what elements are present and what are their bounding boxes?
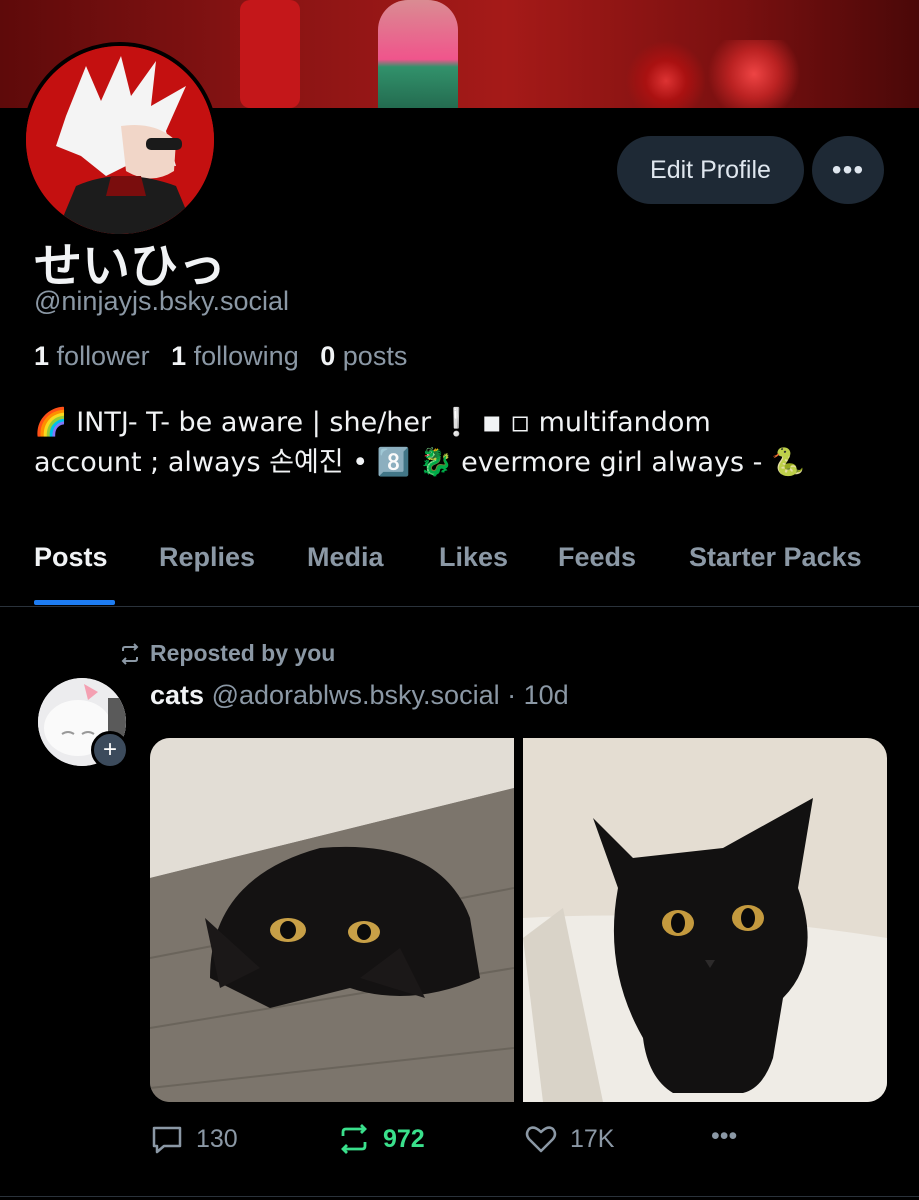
reply-icon [152, 1126, 182, 1154]
banner-decoration [600, 40, 820, 108]
heart-icon [525, 1126, 557, 1153]
post-more-button[interactable]: ••• [711, 1122, 737, 1151]
posts-count: 0 [320, 341, 336, 371]
reply-count: 130 [196, 1124, 238, 1153]
profile-more-button[interactable]: ••• [812, 136, 884, 204]
bio-line: account ; always 손예진 • 8️⃣ 🐉 evermore gi… [34, 447, 805, 478]
banner-decoration [240, 0, 300, 108]
repost-label: Reposted by you [150, 640, 336, 666]
post-image[interactable] [523, 738, 887, 1102]
like-button[interactable]: 17K [524, 1122, 614, 1156]
more-icon: ••• [831, 154, 865, 185]
followers-count: 1 [34, 341, 50, 371]
banner-decoration [378, 0, 458, 108]
following-count: 1 [171, 341, 187, 371]
black-cat-under-furniture-image [150, 738, 514, 1102]
repost-indicator[interactable]: Reposted by you [118, 640, 335, 667]
profile-bio: 🌈 INTJ- T- be aware | she/her ❕ ◾ ◽ mult… [34, 403, 894, 483]
followers-label: follower [56, 341, 150, 371]
bio-line: 🌈 INTJ- T- be aware | she/her ❕ ◾ ◽ mult… [34, 407, 711, 438]
tab-feeds[interactable]: Feeds [558, 542, 636, 573]
reply-button[interactable]: 130 [150, 1122, 238, 1156]
profile-avatar[interactable] [22, 42, 218, 238]
post-author-name[interactable]: cats [150, 680, 204, 710]
tab-starter-packs[interactable]: Starter Packs [689, 542, 862, 573]
plus-icon: + [102, 736, 117, 763]
post-time[interactable]: 10d [524, 680, 569, 710]
active-tab-indicator [34, 600, 115, 605]
repost-icon [341, 1124, 367, 1154]
followers-link[interactable]: 1 follower [34, 341, 150, 371]
divider [0, 1196, 919, 1197]
tab-posts[interactable]: Posts [34, 542, 108, 573]
repost-icon [121, 642, 139, 665]
post-header: cats @adorablws.bsky.social · 10d [150, 680, 569, 711]
repost-count: 972 [383, 1124, 425, 1153]
like-count: 17K [570, 1124, 615, 1153]
following-link[interactable]: 1 following [171, 341, 299, 371]
tab-replies[interactable]: Replies [159, 542, 255, 573]
profile-stats: 1 follower 1 following 0 posts [34, 341, 407, 372]
edit-profile-button[interactable]: Edit Profile [617, 136, 804, 204]
tab-likes[interactable]: Likes [439, 542, 508, 573]
more-icon: ••• [711, 1122, 738, 1150]
post-actions: 130 972 17K ••• [0, 1122, 919, 1166]
posts-stat: 0 posts [320, 341, 407, 371]
post-author-handle[interactable]: @adorablws.bsky.social [212, 680, 500, 710]
profile-tabs: Posts Replies Media Likes Feeds Starter … [0, 532, 919, 607]
tab-media[interactable]: Media [307, 542, 384, 573]
posts-label: posts [342, 341, 408, 371]
black-kitten-in-bin-image [523, 738, 887, 1102]
repost-button[interactable]: 972 [337, 1122, 425, 1156]
post-image[interactable] [150, 738, 514, 1102]
follow-plus-button[interactable]: + [91, 731, 129, 769]
post-separator: · [507, 680, 517, 710]
profile-handle: @ninjayjs.bsky.social [34, 286, 289, 316]
avatar-illustration [26, 46, 214, 234]
following-label: following [193, 341, 299, 371]
